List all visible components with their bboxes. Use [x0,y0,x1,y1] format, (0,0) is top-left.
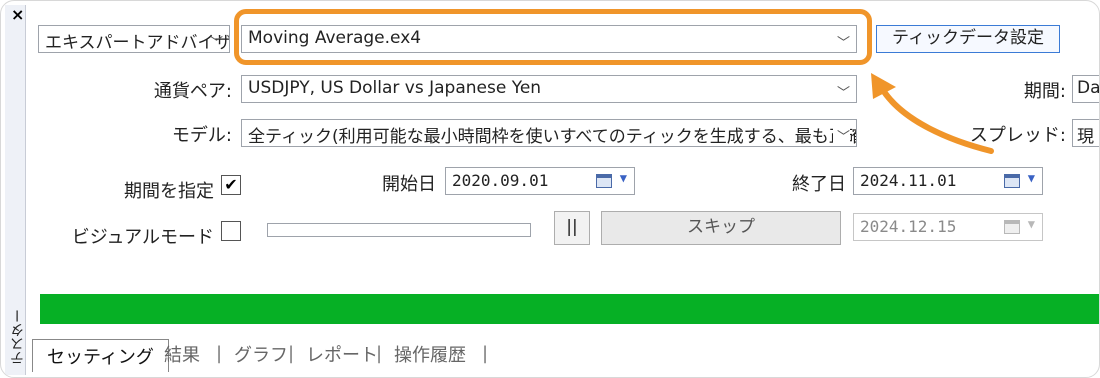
annotation-arrow [871,73,994,154]
tester-window: × テスター エキスパートアドバイザ ﹀ Moving Average.ex4 … [0,0,1100,378]
